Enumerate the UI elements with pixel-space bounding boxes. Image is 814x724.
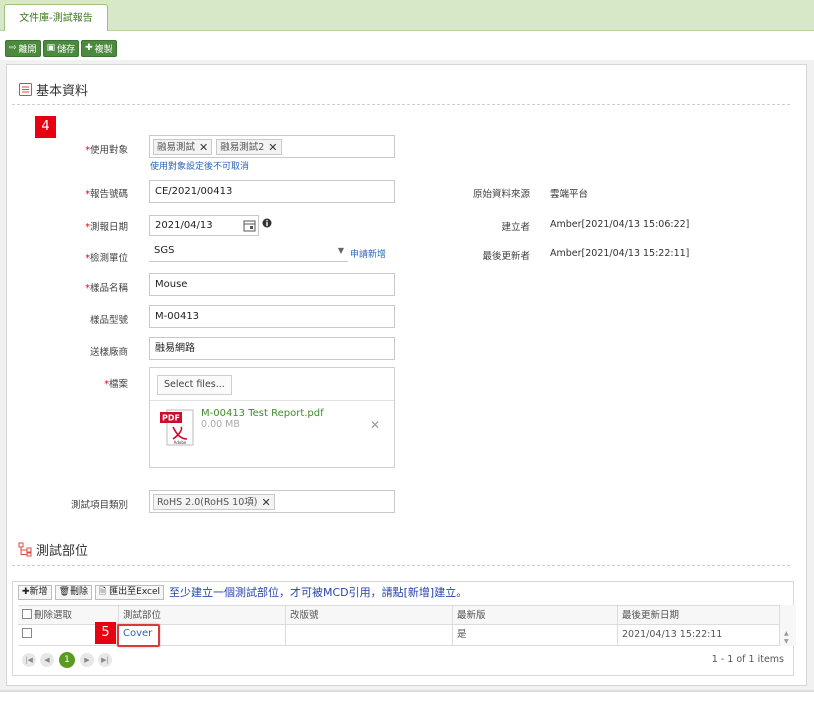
- lab-label: *檢測單位: [85, 253, 128, 264]
- updater-value: Amber[2021/04/13 15:22:11]: [550, 248, 690, 259]
- source-value: 雲端平台: [550, 189, 589, 200]
- export-excel-button[interactable]: 🗎 匯出至Excel: [95, 584, 164, 600]
- target-chip: 融易測試 ✕: [153, 137, 213, 158]
- supplier-input[interactable]: 融易網路: [149, 337, 395, 360]
- sample-model-label: 樣品型號: [89, 315, 128, 326]
- supplier-label: 送樣廠商: [89, 347, 128, 358]
- test-category-label: 測試項目類別: [70, 500, 128, 511]
- info-icon[interactable]: [262, 218, 272, 228]
- file-size: 0.00 MB: [201, 419, 240, 430]
- basic-section-title: 基本資料: [18, 80, 88, 99]
- file-upload-box: Select files... PDF Adobe M-00413 Test R…: [149, 367, 395, 468]
- creator-label: 建立者: [501, 222, 530, 233]
- prev-page-icon[interactable]: ◀: [40, 653, 54, 667]
- bottom-border: [0, 690, 814, 692]
- revision-cell: [285, 625, 452, 645]
- parts-section-label: 測試部位: [36, 544, 89, 559]
- section-divider: [12, 104, 790, 105]
- sample-model-input[interactable]: M-00413: [149, 305, 395, 328]
- delete-part-button[interactable]: 🗑刪除: [54, 584, 93, 600]
- select-files-button[interactable]: Select files...: [157, 375, 232, 395]
- tree-icon: [18, 542, 32, 557]
- adobe-text: Adobe: [174, 440, 187, 445]
- grid-scrollbar[interactable]: ▲ ▼: [779, 605, 796, 646]
- lab-select-value: SGS: [154, 245, 175, 256]
- leave-button-label: 離開: [18, 45, 37, 55]
- part-link-cover[interactable]: Cover: [123, 628, 152, 639]
- column-header-updated[interactable]: 最後更新日期: [617, 606, 779, 624]
- test-date-label: *測報日期: [85, 222, 128, 233]
- apply-new-lab-link[interactable]: 申請新增: [350, 247, 386, 260]
- column-header-part[interactable]: 測試部位: [118, 606, 285, 624]
- basic-section-label: 基本資料: [36, 84, 89, 99]
- grid-toolbar: ✚新增 🗑刪除 🗎 匯出至Excel 至少建立一個測試部位，才可被MCD引用，請…: [18, 584, 467, 600]
- lab-select[interactable]: SGS ▼: [149, 242, 348, 262]
- remove-chip-icon[interactable]: ✕: [268, 137, 277, 158]
- file-name-link[interactable]: M-00413 Test Report.pdf: [201, 408, 324, 419]
- annotation-badge-4: 4: [35, 116, 56, 138]
- excel-icon: 🗎: [99, 586, 107, 597]
- calendar-icon[interactable]: [243, 219, 256, 232]
- tab-underlay: [0, 31, 814, 35]
- file-divider: [150, 400, 394, 401]
- creator-value: Amber[2021/04/13 15:06:22]: [550, 219, 690, 230]
- action-toolbar: ⇨ 離開 ▣ 儲存 ✚ 複製: [5, 40, 117, 57]
- first-page-icon[interactable]: |◀: [22, 653, 36, 667]
- save-icon: ▣: [46, 43, 56, 53]
- files-label: *檔案: [104, 379, 128, 390]
- copy-button[interactable]: ✚ 複製: [81, 40, 117, 57]
- target-chip: 融易測試2 ✕: [216, 137, 282, 158]
- source-label: 原始資料來源: [472, 189, 530, 200]
- target-hint: 使用對象設定後不可取消: [150, 162, 250, 172]
- scroll-down-icon[interactable]: ▼: [784, 638, 789, 645]
- plus-icon: ✚: [22, 586, 30, 597]
- pager-info: 1 - 1 of 1 items: [711, 654, 784, 665]
- remove-file-icon[interactable]: ✕: [370, 418, 380, 432]
- tab-bar: [0, 0, 814, 31]
- row-checkbox[interactable]: [22, 628, 32, 638]
- scroll-up-icon[interactable]: ▲: [784, 630, 789, 637]
- test-category-multiselect[interactable]: RoHS 2.0(RoHS 10項) ✕: [149, 490, 395, 513]
- section-divider: [12, 565, 790, 566]
- target-label: *使用對象: [85, 145, 128, 156]
- plus-icon: ✚: [85, 43, 93, 53]
- list-icon: [19, 83, 32, 96]
- dropdown-arrow-icon: ▼: [337, 246, 344, 255]
- trash-icon: 🗑: [58, 586, 70, 597]
- target-multiselect[interactable]: 融易測試 ✕ 融易測試2 ✕: [149, 135, 395, 158]
- test-category-chip: RoHS 2.0(RoHS 10項) ✕: [153, 494, 275, 510]
- updater-label: 最後更新者: [482, 251, 530, 262]
- pdf-file-icon: PDF Adobe: [160, 409, 194, 446]
- select-all-checkbox[interactable]: [22, 609, 32, 619]
- column-header-revision[interactable]: 改版號: [285, 606, 452, 624]
- save-button-label: 儲存: [57, 45, 76, 55]
- add-part-button[interactable]: ✚新增: [18, 584, 52, 600]
- report-no-input[interactable]: CE/2021/00413: [149, 180, 395, 203]
- next-page-icon[interactable]: ▶: [80, 653, 94, 667]
- save-button[interactable]: ▣ 儲存: [42, 40, 80, 57]
- pdf-badge-text: PDF: [162, 414, 180, 423]
- annotation-badge-5: 5: [95, 622, 116, 644]
- exit-icon: ⇨: [9, 43, 17, 53]
- tab-document-library-report[interactable]: 文件庫-測試報告: [4, 4, 108, 32]
- page-current[interactable]: 1: [59, 652, 75, 668]
- updated-cell: 2021/04/13 15:22:11: [617, 625, 779, 645]
- remove-chip-icon[interactable]: ✕: [199, 137, 208, 158]
- parts-section-title: 測試部位: [18, 540, 88, 559]
- grid-pager: |◀ ◀ 1 ▶ ▶| 1 - 1 of 1 items: [18, 650, 796, 672]
- remove-chip-icon[interactable]: ✕: [261, 492, 270, 513]
- last-page-icon[interactable]: ▶|: [98, 653, 112, 667]
- leave-button[interactable]: ⇨ 離開: [5, 40, 41, 57]
- report-no-label: *報告號碼: [85, 189, 128, 200]
- copy-button-label: 複製: [94, 45, 113, 55]
- column-header-latest[interactable]: 最新版: [452, 606, 617, 624]
- sample-name-input[interactable]: Mouse: [149, 273, 395, 296]
- latest-cell: 是: [452, 625, 617, 645]
- grid-hint-message: 至少建立一個測試部位，才可被MCD引用，請點[新增]建立。: [168, 586, 468, 599]
- grid-header: 刪除選取 測試部位 改版號 最新版 最後更新日期: [18, 605, 796, 625]
- sample-name-label: *樣品名稱: [85, 283, 128, 294]
